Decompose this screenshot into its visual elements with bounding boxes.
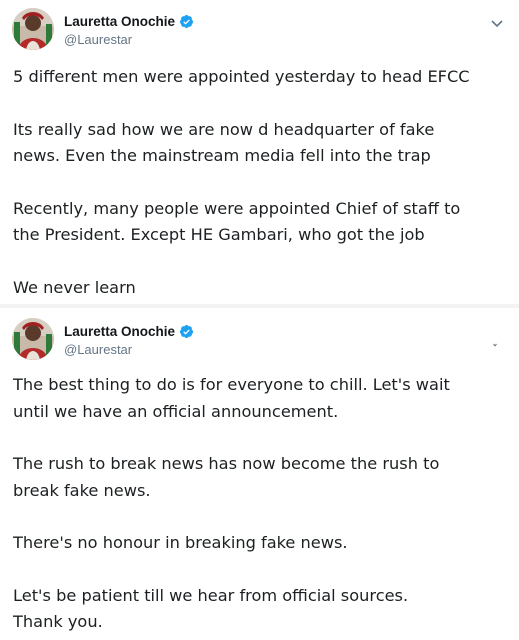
tweet-paragraph: The best thing to do is for everyone to … [13, 372, 513, 425]
tweet-line: We never learn [13, 277, 136, 297]
tweet-line: break fake news. [13, 480, 151, 500]
tweet-header: Lauretta Onochie @Laurestar [12, 318, 507, 364]
verified-badge-icon [179, 14, 194, 29]
author-name-row[interactable]: Lauretta Onochie [64, 322, 194, 340]
tweet-paragraph: There's no honour in breaking fake news. [13, 530, 513, 557]
author-handle[interactable]: @Laurestar [64, 32, 132, 47]
tweet-line: Let's be patient till we hear from offic… [13, 585, 409, 605]
tweet-paragraph: We never learn [13, 275, 513, 302]
tweet-line: There's no honour in breaking fake news. [13, 533, 348, 552]
tweet-text: 5 different men were appointed yesterday… [13, 64, 513, 301]
avatar[interactable] [12, 318, 54, 360]
tweet-card[interactable]: Lauretta Onochie @Laurestar 5 different … [0, 0, 519, 304]
tweet-line: Recently, many people were appointed Chi… [13, 198, 461, 218]
tweet-card[interactable]: Lauretta Onochie @Laurestar The best thi… [0, 308, 519, 640]
tweet-header: Lauretta Onochie @Laurestar [12, 8, 507, 54]
author-handle[interactable]: @Laurestar [64, 342, 132, 357]
tweet-line: 5 different men were appointed yesterday… [13, 67, 470, 86]
tweet-line: news. Even the mainstream media fell int… [13, 146, 431, 165]
chevron-down-icon[interactable] [493, 332, 497, 347]
tweet-line: until we have an official announcement. [13, 401, 339, 421]
tweet-paragraph: The rush to break news has now become th… [13, 451, 513, 504]
avatar[interactable] [12, 8, 54, 50]
author-name-row[interactable]: Lauretta Onochie [64, 12, 194, 30]
author-display-name[interactable]: Lauretta Onochie [64, 14, 175, 29]
tweet-paragraph: Let's be patient till we hear from offic… [13, 583, 513, 636]
tweet-paragraph: Its really sad how we are now d headquar… [13, 117, 513, 170]
tweet-line: Its really sad how we are now d headquar… [13, 119, 435, 139]
tweet-line: Thank you. [13, 612, 103, 631]
tweet-paragraph: Recently, many people were appointed Chi… [13, 196, 513, 249]
tweet-text: The best thing to do is for everyone to … [13, 372, 513, 636]
tweet-paragraph: 5 different men were appointed yesterday… [13, 64, 513, 91]
author-display-name[interactable]: Lauretta Onochie [64, 324, 175, 339]
tweet-line: The rush to break news has now become th… [13, 454, 440, 473]
chevron-down-icon[interactable] [491, 14, 503, 28]
verified-badge-icon [179, 324, 194, 339]
tweet-line: The best thing to do is for everyone to … [13, 375, 450, 394]
tweet-line: the President. Except HE Gambari, who go… [13, 225, 425, 244]
